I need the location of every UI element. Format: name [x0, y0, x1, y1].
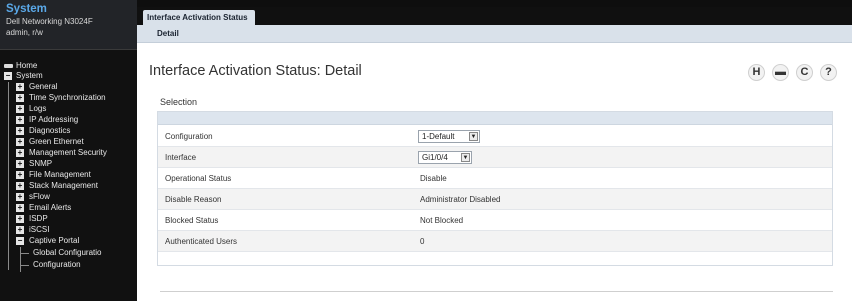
- print-icon[interactable]: ▬: [772, 64, 789, 81]
- divider: [160, 291, 833, 292]
- configuration-select[interactable]: 1-Default ▼: [418, 130, 480, 143]
- field-value: Disable: [420, 174, 447, 183]
- system-info-panel: System Dell Networking N3024F admin, r/w: [0, 0, 137, 50]
- field-value: 0: [420, 237, 425, 246]
- header-strip: [137, 0, 852, 7]
- tab-interface-activation-status[interactable]: Interface Activation Status: [143, 10, 255, 25]
- tab-bar: Interface Activation Status: [137, 7, 852, 25]
- user-access: admin, r/w: [6, 28, 43, 37]
- row-configuration: Configuration 1-Default ▼: [158, 126, 832, 147]
- row-disable-reason: Disable Reason Administrator Disabled: [158, 189, 832, 210]
- collapse-icon[interactable]: −: [16, 237, 24, 245]
- refresh-icon[interactable]: C: [796, 64, 813, 81]
- expand-icon[interactable]: +: [16, 83, 24, 91]
- chevron-down-icon[interactable]: ▼: [461, 153, 470, 162]
- help-icon[interactable]: ?: [820, 64, 837, 81]
- page-title: Interface Activation Status: Detail: [149, 63, 362, 79]
- expand-icon[interactable]: +: [16, 127, 24, 135]
- save-icon[interactable]: H: [748, 64, 765, 81]
- nav-item-label: Global Configuratio: [33, 248, 102, 257]
- collapse-icon[interactable]: −: [4, 72, 12, 80]
- expand-icon[interactable]: +: [16, 138, 24, 146]
- expand-icon[interactable]: +: [16, 171, 24, 179]
- expand-icon[interactable]: +: [16, 215, 24, 223]
- row-authenticated-users: Authenticated Users 0: [158, 231, 832, 252]
- navigation-sidebar: System Dell Networking N3024F admin, r/w…: [0, 0, 137, 301]
- select-value: Gi1/0/4: [422, 153, 448, 162]
- field-label: Operational Status: [165, 174, 232, 183]
- expand-icon[interactable]: +: [16, 149, 24, 157]
- detail-table: Configuration 1-Default ▼ Interface Gi1/…: [157, 111, 833, 266]
- row-interface: Interface Gi1/0/4 ▼: [158, 147, 832, 168]
- expand-icon[interactable]: +: [16, 182, 24, 190]
- device-model: Dell Networking N3024F: [6, 17, 93, 26]
- expand-icon[interactable]: +: [16, 204, 24, 212]
- expand-icon[interactable]: +: [16, 160, 24, 168]
- nav-item-label: Captive Portal: [29, 236, 80, 245]
- home-icon: [4, 64, 13, 68]
- expand-icon[interactable]: +: [16, 193, 24, 201]
- nav-item-captive-portal[interactable]: − Captive Portal: [0, 235, 137, 247]
- system-title: System: [6, 3, 47, 15]
- row-blocked-status: Blocked Status Not Blocked: [158, 210, 832, 231]
- expand-icon[interactable]: +: [16, 105, 24, 113]
- field-label: Interface: [165, 153, 197, 162]
- field-label: Configuration: [165, 132, 213, 141]
- field-label: Authenticated Users: [165, 237, 238, 246]
- chevron-down-icon[interactable]: ▼: [469, 132, 478, 141]
- row-operational-status: Operational Status Disable: [158, 168, 832, 189]
- field-value: Not Blocked: [420, 216, 464, 225]
- nav-item-configuration[interactable]: Configuration: [0, 259, 137, 271]
- table-header: [158, 112, 832, 125]
- nav-item-label: Configuration: [33, 260, 81, 269]
- field-value: Administrator Disabled: [420, 195, 501, 204]
- section-label-selection: Selection: [160, 97, 198, 107]
- nav-item-global-configuration[interactable]: Global Configuratio: [0, 247, 137, 259]
- select-value: 1-Default: [422, 132, 455, 141]
- subtab-detail[interactable]: Detail: [157, 29, 179, 38]
- expand-icon[interactable]: +: [16, 94, 24, 102]
- field-label: Disable Reason: [165, 195, 222, 204]
- field-label: Blocked Status: [165, 216, 219, 225]
- interface-select[interactable]: Gi1/0/4 ▼: [418, 151, 472, 164]
- expand-icon[interactable]: +: [16, 116, 24, 124]
- sub-tab-bar: Detail: [137, 25, 852, 43]
- expand-icon[interactable]: +: [16, 226, 24, 234]
